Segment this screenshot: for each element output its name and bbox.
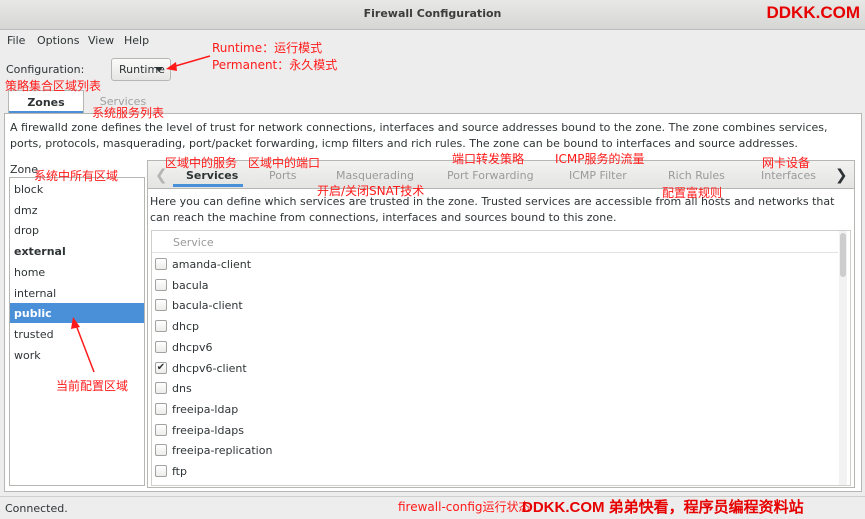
chevron-down-icon — [155, 67, 163, 72]
window-title: Firewall Configuration — [363, 7, 502, 20]
service-row: amanda-client — [152, 253, 838, 273]
service-column-header[interactable]: Service — [152, 231, 838, 253]
annotation-zone-ports: 区域中的端口 — [248, 156, 321, 170]
arrow-to-config — [171, 55, 211, 68]
annotation-runtime: Runtime：运行模式 — [212, 41, 323, 55]
service-row: bacula-client — [152, 294, 838, 314]
watermark-bottom: DDKK.COM 弟弟快看，程序员编程资料站 — [522, 499, 804, 516]
annotation-snat: 开启/关闭SNAT技术 — [317, 184, 425, 198]
zone-item-public[interactable]: public — [10, 303, 144, 324]
annotation-icmp: ICMP服务的流量 — [555, 152, 645, 166]
service-list: Service amanda-client bacula bacula-client… — [151, 230, 851, 486]
subtab-active-indicator — [173, 184, 243, 187]
subtab-rich-rules[interactable]: Rich Rules — [668, 169, 725, 182]
service-name: dns — [172, 382, 192, 396]
service-row: bacula — [152, 274, 838, 294]
menu-view[interactable]: View — [88, 34, 114, 47]
service-name: bacula — [172, 278, 209, 292]
service-name: ftp — [172, 465, 187, 478]
zone-item-label: work — [14, 348, 41, 362]
zone-item-trusted[interactable]: trusted — [10, 324, 144, 344]
title-bar: Firewall Configuration DDKK.COM — [0, 0, 865, 30]
checkbox[interactable] — [155, 299, 167, 312]
zone-list: block dmz drop external home internal public tr… — [9, 177, 145, 486]
checkbox[interactable] — [155, 402, 167, 415]
service-name: amanda-client — [172, 258, 252, 271]
annotation-nic: 网卡设备 — [762, 156, 811, 170]
checkbox-checked[interactable]: ✔ — [155, 361, 167, 374]
checkbox[interactable] — [155, 423, 167, 436]
service-name: dhcp — [172, 320, 199, 334]
zone-item-internal[interactable]: internal — [10, 283, 144, 303]
subtab-masquerading[interactable]: Masquerading — [336, 169, 414, 182]
service-name: freeipa-replication — [172, 444, 273, 458]
checkbox[interactable] — [155, 278, 167, 291]
service-row: freeipa-ldap — [152, 398, 838, 418]
checkbox[interactable] — [155, 465, 167, 477]
menu-bar: File Options View Help — [0, 30, 865, 52]
annotation-current-zone: 当前配置区域 — [56, 379, 129, 393]
scrollbar-thumb[interactable] — [840, 233, 846, 277]
service-list-scrollbar[interactable] — [839, 231, 847, 485]
annotation-permanent: Permanent：永久模式 — [212, 58, 338, 72]
zone-item-work[interactable]: work — [10, 345, 144, 365]
service-name: bacula-client — [172, 299, 243, 313]
zone-settings-notebook: ❮ Services Ports Masquerading Port Forwa… — [147, 160, 855, 488]
annotation-all-zones: 系统中所有区域 — [34, 169, 119, 183]
zone-item-external[interactable]: external — [10, 241, 144, 261]
zone-item-label: drop — [14, 224, 39, 238]
zone-item-label: public — [14, 307, 52, 321]
annotation-port-forward: 端口转发策略 — [452, 152, 525, 166]
menu-help[interactable]: Help — [124, 34, 149, 47]
tab-zones-label: Zones — [27, 96, 65, 109]
annotation-status: firewall-config运行状态 — [398, 500, 531, 514]
service-name: dhcpv6 — [172, 340, 213, 354]
watermark-brand: DDKK.COM — [766, 3, 861, 22]
zone-item-label: external — [14, 245, 66, 259]
service-row: dns — [152, 377, 838, 397]
service-row: ✔ dhcpv6-client — [152, 357, 838, 377]
service-name: freeipa-ldaps — [172, 423, 244, 437]
zone-item-dmz[interactable]: dmz — [10, 200, 144, 220]
service-row: ftp — [152, 460, 838, 480]
service-row: freeipa-replication — [152, 439, 838, 459]
configuration-combo[interactable]: Runtime — [111, 58, 171, 81]
chevron-right-icon[interactable]: ❯ — [835, 166, 848, 184]
configuration-label: Configuration: — [6, 63, 85, 76]
zone-item-label: internal — [14, 286, 57, 300]
annotation-policy-list: 策略集合区域列表 — [5, 79, 102, 93]
zone-item-label: block — [14, 183, 44, 196]
subtab-port-forwarding[interactable]: Port Forwarding — [447, 169, 534, 182]
menu-options[interactable]: Options — [37, 34, 79, 47]
zone-item-label: dmz — [14, 203, 38, 217]
zone-item-label: home — [14, 265, 46, 279]
zone-item-home[interactable]: home — [10, 262, 144, 282]
subtab-icmp-filter[interactable]: ICMP Filter — [569, 169, 627, 182]
services-description: Here you can define which services are t… — [150, 195, 835, 224]
service-header-label: Service — [173, 236, 214, 249]
service-name: freeipa-ldap — [172, 402, 239, 416]
status-text: Connected. — [5, 502, 68, 515]
service-name: dhcpv6-client — [172, 361, 247, 375]
checkbox[interactable] — [155, 444, 167, 457]
checkbox[interactable] — [155, 340, 167, 353]
annotation-service-list: 系统服务列表 — [92, 106, 165, 120]
service-row: dhcp — [152, 315, 838, 335]
menu-file[interactable]: File — [7, 34, 25, 47]
annotation-rich-rules: 配置富规则 — [662, 186, 723, 200]
checkbox[interactable] — [155, 258, 167, 270]
zone-description: A firewalld zone defines the level of tr… — [10, 121, 828, 150]
checkbox[interactable] — [155, 382, 167, 395]
checkbox[interactable] — [155, 320, 167, 333]
annotation-zone-services: 区域中的服务 — [165, 156, 238, 170]
zone-item-label: trusted — [14, 327, 54, 341]
service-row: dhcpv6 — [152, 336, 838, 356]
service-row: freeipa-ldaps — [152, 419, 838, 439]
zone-item-drop[interactable]: drop — [10, 220, 144, 240]
